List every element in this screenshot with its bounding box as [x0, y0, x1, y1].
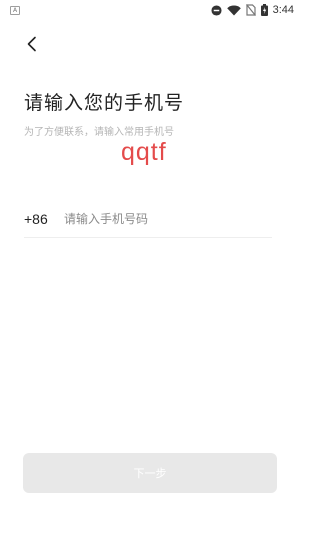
watermark-text: qqtf [121, 138, 167, 166]
status-bar-right: 3:44 [211, 4, 294, 16]
chevron-left-icon [27, 36, 36, 52]
page-title: 请输入您的手机号 [24, 92, 185, 114]
back-button[interactable] [20, 32, 44, 56]
notification-icon: A [10, 5, 20, 15]
status-time: 3:44 [272, 4, 294, 16]
login-phone-screen: A 3:44 请输入您的手机号 为了方便联系，请输入常用手机号 qqtf +86… [0, 0, 300, 533]
status-bar: A 3:44 [0, 0, 300, 20]
phone-number-input[interactable] [64, 203, 272, 234]
no-sim-icon [245, 4, 256, 16]
country-code[interactable]: +86 [24, 211, 64, 227]
phone-input-row: +86 [24, 200, 272, 238]
do-not-disturb-icon [211, 4, 222, 16]
wifi-icon [226, 5, 241, 16]
next-step-button[interactable]: 下一步 [23, 453, 277, 493]
page-subtitle: 为了方便联系，请输入常用手机号 [24, 127, 174, 138]
battery-charging-icon [260, 4, 268, 16]
status-bar-left: A [10, 5, 20, 15]
